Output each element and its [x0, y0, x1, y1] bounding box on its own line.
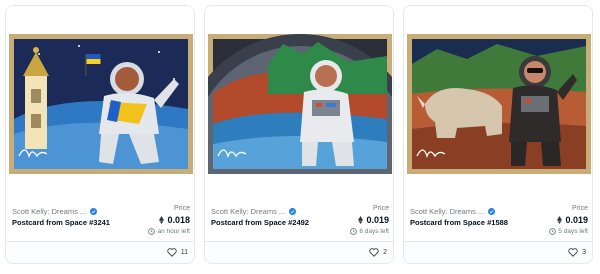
- nft-artwork-image[interactable]: [407, 34, 591, 174]
- nft-card[interactable]: Scott Kelly: Dreams ... Postcard from Sp…: [204, 5, 394, 264]
- nft-title[interactable]: Postcard from Space #3241: [12, 218, 110, 227]
- collection-name[interactable]: Scott Kelly: Dreams ...: [211, 207, 285, 216]
- clock-icon: [148, 228, 156, 235]
- nft-title[interactable]: Postcard from Space #1588: [410, 218, 508, 227]
- like-count: 3: [582, 249, 586, 256]
- price-block: Price 0.018 an hour left: [148, 205, 190, 235]
- time-left: an hour left: [157, 228, 190, 235]
- price-row: 0.019: [549, 215, 588, 225]
- nft-image-container[interactable]: [404, 6, 592, 178]
- ethereum-icon: [159, 216, 165, 224]
- collection-row[interactable]: Scott Kelly: Dreams ...: [410, 207, 496, 216]
- time-left: 6 days left: [359, 228, 389, 235]
- clock-icon: [350, 228, 358, 235]
- like-count: 2: [383, 249, 387, 256]
- nft-image-container[interactable]: [6, 6, 194, 178]
- nft-artwork-image[interactable]: [9, 34, 193, 174]
- price-block: Price 0.019 6 days left: [350, 205, 389, 235]
- nft-card-info: Scott Kelly: Dreams ... Postcard from Sp…: [205, 178, 393, 246]
- ethereum-icon: [557, 216, 563, 224]
- time-left-row: an hour left: [148, 228, 190, 235]
- clock-icon: [549, 228, 557, 235]
- time-left-row: 6 days left: [350, 228, 389, 235]
- nft-card[interactable]: Scott Kelly: Dreams ... Postcard from Sp…: [403, 5, 593, 264]
- card-footer: 11: [6, 241, 194, 263]
- verified-badge-icon: [488, 208, 496, 215]
- heart-icon[interactable]: [568, 248, 578, 257]
- nft-title[interactable]: Postcard from Space #2492: [211, 218, 309, 227]
- time-left-row: 5 days left: [549, 228, 588, 235]
- ethereum-icon: [358, 216, 364, 224]
- like-count: 11: [180, 249, 188, 256]
- heart-icon[interactable]: [167, 248, 177, 257]
- price-row: 0.018: [148, 215, 190, 225]
- collection-name[interactable]: Scott Kelly: Dreams ...: [410, 207, 484, 216]
- price-block: Price 0.019 5 days left: [549, 205, 588, 235]
- price-label: Price: [373, 205, 389, 212]
- heart-icon[interactable]: [369, 248, 379, 257]
- nft-card-info: Scott Kelly: Dreams ... Postcard from Sp…: [6, 178, 194, 246]
- nft-artwork-image[interactable]: [208, 34, 392, 174]
- collection-row[interactable]: Scott Kelly: Dreams ...: [12, 207, 98, 216]
- price-value: 0.018: [167, 215, 190, 225]
- price-row: 0.019: [350, 215, 389, 225]
- verified-badge-icon: [90, 208, 98, 215]
- collection-row[interactable]: Scott Kelly: Dreams ...: [211, 207, 297, 216]
- collection-name[interactable]: Scott Kelly: Dreams ...: [12, 207, 86, 216]
- card-footer: 2: [205, 241, 393, 263]
- price-label: Price: [174, 205, 190, 212]
- price-value: 0.019: [565, 215, 588, 225]
- time-left: 5 days left: [558, 228, 588, 235]
- price-label: Price: [572, 205, 588, 212]
- nft-card[interactable]: Scott Kelly: Dreams ... Postcard from Sp…: [5, 5, 195, 264]
- nft-card-info: Scott Kelly: Dreams ... Postcard from Sp…: [404, 178, 592, 246]
- verified-badge-icon: [289, 208, 297, 215]
- nft-image-container[interactable]: [205, 6, 393, 178]
- nft-card-grid: Scott Kelly: Dreams ... Postcard from Sp…: [5, 0, 595, 268]
- card-footer: 3: [404, 241, 592, 263]
- price-value: 0.019: [366, 215, 389, 225]
